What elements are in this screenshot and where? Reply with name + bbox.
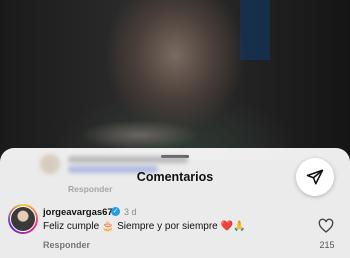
- heart-outline-icon: [318, 218, 334, 233]
- birthday-cake: [80, 120, 200, 150]
- comment-item: jorgeavargas67 ✓ 3 d Feliz cumple 🎂 Siem…: [0, 204, 350, 258]
- background-window: [240, 0, 270, 60]
- comment-timestamp: 3 d: [124, 207, 137, 217]
- reply-link[interactable]: Responder: [43, 240, 90, 250]
- background-photo: [0, 0, 350, 160]
- instagram-comments-screen: Responder Comentarios jorgeavargas67 ✓ 3…: [0, 0, 350, 258]
- avatar[interactable]: [8, 204, 38, 234]
- comment-text: Feliz cumple 🎂 Siempre y por siempre ❤️🙏: [43, 221, 246, 232]
- blurred-reply-link[interactable]: Responder: [68, 184, 112, 194]
- share-button[interactable]: [296, 158, 334, 196]
- comment-username[interactable]: jorgeavargas67: [43, 207, 113, 218]
- avatar-image: [10, 206, 36, 232]
- paper-plane-icon: [306, 169, 324, 185]
- verified-badge-icon: ✓: [111, 207, 120, 216]
- like-count: 215: [319, 240, 335, 250]
- like-button[interactable]: [318, 218, 334, 234]
- blurred-line: [68, 156, 188, 163]
